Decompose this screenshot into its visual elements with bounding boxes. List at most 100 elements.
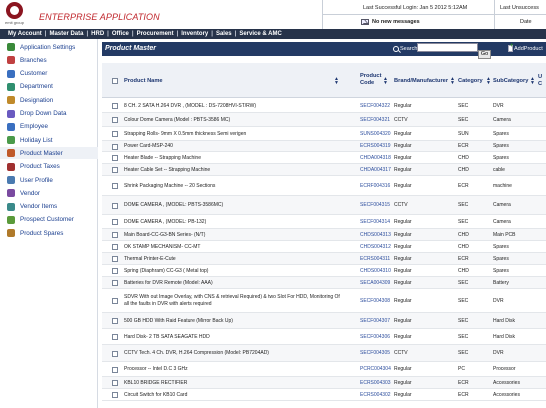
row-checkbox[interactable]: [112, 268, 118, 274]
column-header-brand[interactable]: Brand/Manufacturer: [394, 78, 448, 85]
table-row[interactable]: Colour Dome Camera (Model : PBTS-3586 MC…: [102, 113, 546, 127]
column-header-product-name[interactable]: Product Name: [124, 78, 163, 85]
table-row[interactable]: Hard Disk- 2 TB SATA SEAGATE HDD SECF0043…: [102, 329, 546, 345]
row-checkbox[interactable]: [112, 244, 118, 250]
column-header-category[interactable]: Category: [458, 78, 483, 85]
table-row[interactable]: Main Board-CC-G3-BN Series- (N/T) CHDS004…: [102, 229, 546, 241]
table-row[interactable]: Shrink Packaging Machine -- 20 Sections E…: [102, 176, 546, 196]
row-checkbox[interactable]: [112, 280, 118, 286]
row-checkbox[interactable]: [112, 350, 118, 357]
cell-product-code[interactable]: CHDS004310: [360, 268, 391, 275]
row-checkbox[interactable]: [112, 167, 118, 173]
row-checkbox[interactable]: [112, 232, 118, 238]
table-row[interactable]: Spring (Diaphram) CC-G3 ( Metal top) CHDS…: [102, 265, 546, 277]
cell-product-code[interactable]: SECF004315: [360, 202, 390, 209]
table-row[interactable]: Power Card-MSP-240 ECRS004319 Regular ECR Sp…: [102, 141, 546, 152]
sidebar-item-product-master[interactable]: Product Master: [0, 147, 98, 160]
sidebar-item-designation[interactable]: Designation: [0, 94, 98, 106]
sidebar-item-user-profile[interactable]: User Profile: [0, 174, 98, 186]
table-row[interactable]: 8 CH. 2 SATA H.264 DVR , (MODEL : DS-720…: [102, 99, 546, 113]
new-messages-link[interactable]: No new messages: [372, 19, 420, 25]
cell-product-code[interactable]: ECRS004302: [360, 392, 391, 399]
table-row[interactable]: CCTV Tech. 4 Ch. DVR, H.264 Compression …: [102, 345, 546, 362]
cell-product-code[interactable]: SECA004309: [360, 280, 390, 287]
table-row[interactable]: Heater Cable Set -- Strapping Machine CHD…: [102, 164, 546, 176]
company-logo[interactable]: emit group: [3, 2, 26, 28]
cell-product-code[interactable]: CHDS004312: [360, 244, 391, 251]
row-checkbox[interactable]: [112, 202, 118, 209]
cell-product-code[interactable]: SECF004314: [360, 219, 390, 226]
cell-product-code[interactable]: ECRS004303: [360, 380, 391, 387]
cell-product-code[interactable]: SECF004322: [360, 103, 390, 110]
sidebar-item-product-taxes[interactable]: Product Taxes: [0, 161, 98, 173]
sort-icon[interactable]: ▲ ▼: [530, 77, 535, 86]
sidebar-item-department[interactable]: Department: [0, 81, 98, 93]
sort-icon[interactable]: ▲ ▼: [383, 77, 388, 86]
table-row[interactable]: OK STAMP MECHANISM- CC-MT CHDS004312 Regul…: [102, 241, 546, 253]
sidebar-item-drop-down-data[interactable]: Drop Down Data: [0, 108, 98, 120]
cell-product-code[interactable]: ECRS004311: [360, 256, 390, 263]
table-row[interactable]: Strapping Rolls- 9mm X 0.5mm thickness S…: [102, 127, 546, 141]
cell-product-code[interactable]: CHDS004313: [360, 232, 391, 239]
cell-product-code[interactable]: ECRS004319: [360, 143, 391, 150]
cell-product-code[interactable]: SECF004321: [360, 117, 390, 124]
menu-inventory[interactable]: Inventory: [181, 31, 208, 37]
select-all-checkbox[interactable]: [112, 78, 118, 84]
cell-product-code[interactable]: CHDA004317: [360, 167, 391, 174]
table-row[interactable]: Heater Blade -- Strapping Machine CHDA004…: [102, 152, 546, 164]
cell-product-code[interactable]: SECF004306: [360, 334, 390, 341]
menu-office[interactable]: Office: [112, 31, 129, 37]
row-checkbox[interactable]: [112, 392, 118, 398]
sort-icon[interactable]: ▲ ▼: [450, 77, 455, 86]
row-checkbox[interactable]: [112, 298, 118, 304]
cell-product-code[interactable]: SUNS004320: [360, 131, 391, 138]
table-row[interactable]: Processor -- Intel D.C 3 GHz PCRC004304 Re…: [102, 362, 546, 377]
column-header-extra[interactable]: U C: [538, 74, 544, 88]
row-checkbox[interactable]: [112, 117, 118, 123]
sidebar-item-employee[interactable]: Employee: [0, 121, 98, 133]
sidebar-item-branches[interactable]: Branches: [0, 54, 98, 66]
menu-my-account[interactable]: My Account: [8, 31, 42, 37]
row-checkbox[interactable]: [112, 103, 118, 109]
cell-product-code[interactable]: PCRC004304: [360, 366, 391, 373]
search-go-button[interactable]: Go: [478, 50, 491, 59]
row-checkbox[interactable]: [112, 219, 118, 225]
cell-product-code[interactable]: CHDA004318: [360, 155, 391, 162]
sidebar-item-product-spares[interactable]: Product Spares: [0, 227, 98, 239]
column-header-subcategory[interactable]: SubCategory: [493, 78, 528, 85]
menu-service-amc[interactable]: Service & AMC: [239, 31, 281, 37]
table-row[interactable]: SDVR With out Image Overlay, with CNS & …: [102, 289, 546, 313]
table-row[interactable]: DOME CAMERA , (MODEL: PB-132) SECF004314 R…: [102, 215, 546, 229]
row-checkbox[interactable]: [112, 183, 118, 189]
menu-sales[interactable]: Sales: [216, 31, 232, 37]
table-row[interactable]: 500 GB HDD With Raid Feature (Mirror Bac…: [102, 313, 546, 329]
sort-icon[interactable]: ▲ ▼: [334, 77, 339, 86]
row-checkbox[interactable]: [112, 318, 118, 324]
row-checkbox[interactable]: [112, 143, 118, 150]
row-checkbox[interactable]: [112, 256, 118, 262]
row-checkbox[interactable]: [112, 366, 118, 373]
menu-master-data[interactable]: Master Data: [49, 31, 83, 37]
menu-hrd[interactable]: HRD: [91, 31, 104, 37]
row-checkbox[interactable]: [112, 131, 118, 137]
mail-icon[interactable]: [361, 19, 369, 25]
row-checkbox[interactable]: [112, 380, 118, 386]
row-checkbox[interactable]: [112, 334, 118, 340]
row-checkbox[interactable]: [112, 155, 118, 161]
table-row[interactable]: Batteries for DVR Remote (Model: AAA) SEC…: [102, 277, 546, 289]
sidebar-item-prospect-customer[interactable]: Prospect Customer: [0, 214, 98, 226]
sidebar-item-holiday-list[interactable]: Holiday List: [0, 134, 98, 146]
table-row[interactable]: Circuit Switch for KB10 Card ECRS004302 Re…: [102, 389, 546, 401]
sidebar-item-application-settings[interactable]: Application Settings: [0, 41, 98, 53]
table-row[interactable]: KBL10 BRIDGE RECTIFIER ECRS004303 Regular E…: [102, 377, 546, 389]
column-header-product-code[interactable]: Product Code: [360, 73, 382, 87]
cell-product-code[interactable]: SECF004307: [360, 318, 390, 325]
search-input[interactable]: [417, 43, 478, 52]
cell-product-code[interactable]: SECF004308: [360, 298, 390, 305]
add-product-icon[interactable]: [508, 43, 514, 52]
cell-product-code[interactable]: SECF004305: [360, 350, 390, 357]
table-row[interactable]: DOME CAMERA , (MODEL: PBTS-3586MC) SECF00…: [102, 196, 546, 215]
sort-icon[interactable]: ▲ ▼: [486, 77, 491, 86]
sidebar-item-customer[interactable]: Customer: [0, 68, 98, 80]
cell-product-code[interactable]: ECRF004316: [360, 183, 390, 190]
